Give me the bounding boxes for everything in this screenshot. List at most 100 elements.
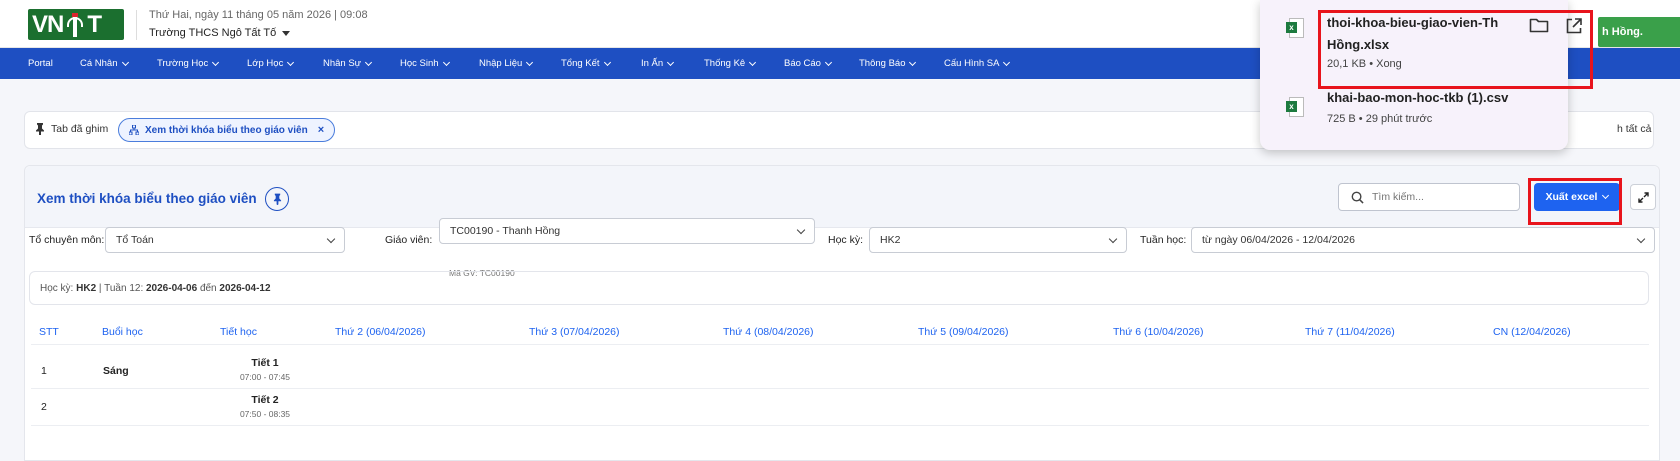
tuan-hoc-select[interactable]: từ ngày 06/04/2026 - 12/04/2026 xyxy=(1191,227,1655,253)
nav-item-thong-bao[interactable]: Thông Báo xyxy=(859,48,917,79)
col-header-thu-6: Thứ 6 (10/04/2026) xyxy=(1113,326,1204,338)
nav-label: Thông Báo xyxy=(859,58,906,69)
nav-label: Tổng Kết xyxy=(561,58,600,69)
nav-label: Lớp Học xyxy=(247,58,284,69)
nav-item-nhan-su[interactable]: Nhân Sự xyxy=(323,48,373,79)
header-divider xyxy=(136,10,137,40)
row-divider xyxy=(31,425,1649,426)
select-value: TC00190 - Thanh Hồng xyxy=(450,225,561,237)
col-header-thu-2: Thứ 2 (06/04/2026) xyxy=(335,326,426,338)
col-header-buoi-hoc: Buổi học xyxy=(102,326,143,338)
nav-label: Nhập Liệu xyxy=(479,58,523,69)
week-info: Học kỳ: HK2 | Tuần 12: 2026-04-06 đến 20… xyxy=(29,271,1649,305)
cell-period: Tiết 2 07:50 - 08:35 xyxy=(235,394,295,419)
nav-item-nhap-lieu[interactable]: Nhập Liệu xyxy=(479,48,534,79)
hoc-ky-select[interactable]: HK2 xyxy=(869,227,1127,253)
school-name: Trường THCS Ngô Tất Tố xyxy=(149,27,277,39)
page-title: Xem thời khóa biểu theo giáo viên xyxy=(37,191,257,206)
user-button[interactable]: h Hồng. xyxy=(1598,17,1680,47)
col-header-stt: STT xyxy=(39,326,59,338)
filename-line-2: Hồng.xlsx xyxy=(1327,37,1390,52)
timetable-card: Xem thời khóa biểu theo giáo viên Xuất e… xyxy=(24,165,1660,461)
select-value: Tổ Toán xyxy=(116,234,154,246)
nav-item-ca-nhan[interactable]: Cá Nhân xyxy=(80,48,129,79)
cell-stt: 1 xyxy=(41,365,47,377)
download-filename: khai-bao-mon-hoc-tkb (1).csv xyxy=(1327,90,1509,105)
school-selector[interactable]: Trường THCS Ngô Tất Tố xyxy=(149,27,291,39)
close-all-link[interactable]: h tất cả xyxy=(1617,123,1651,135)
chevron-down-icon xyxy=(212,58,220,66)
nav-label: Cấu Hình SA xyxy=(944,58,1000,69)
export-excel-button[interactable]: Xuất excel xyxy=(1534,183,1620,211)
nav-item-truong-hoc[interactable]: Trường Học xyxy=(157,48,220,79)
nav-label: Cá Nhân xyxy=(80,58,118,69)
pin-page-button[interactable] xyxy=(265,187,289,211)
select-value: HK2 xyxy=(880,234,901,246)
logo[interactable]: VN T xyxy=(28,9,124,40)
chevron-down-icon xyxy=(287,58,295,66)
nav-label: Nhân Sự xyxy=(323,58,362,69)
pinned-label-text: Tab đã ghim xyxy=(51,123,109,135)
tower-icon xyxy=(64,12,86,37)
giao-vien-label: Giáo viên: xyxy=(385,234,433,246)
chevron-down-icon xyxy=(526,58,534,66)
download-meta: 20,1 KB • Xong xyxy=(1327,58,1402,70)
col-header-thu-3: Thứ 3 (07/04/2026) xyxy=(529,326,620,338)
col-header-tiet-hoc: Tiết học xyxy=(220,326,257,338)
col-header-thu-7: Thứ 7 (11/04/2026) xyxy=(1305,326,1395,338)
nav-label: In Ấn xyxy=(641,58,664,69)
download-item[interactable]: x thoi-khoa-bieu-giao-vien-Th Hồng.xlsx … xyxy=(1260,0,1582,82)
excel-file-icon: x xyxy=(1286,97,1304,117)
chevron-down-icon xyxy=(824,58,833,66)
nav-item-lop-hoc[interactable]: Lớp Học xyxy=(247,48,295,79)
chevron-down-icon xyxy=(909,58,917,66)
fullscreen-button[interactable] xyxy=(1630,184,1656,210)
user-button-label: h Hồng. xyxy=(1602,26,1643,38)
search-input[interactable] xyxy=(1372,191,1502,203)
period-time: 07:00 - 07:45 xyxy=(239,372,291,382)
open-external-icon[interactable] xyxy=(1565,17,1583,35)
chevron-down-icon xyxy=(1108,234,1118,244)
to-chuyen-mon-select[interactable]: Tổ Toán xyxy=(105,227,345,253)
logo-text-left: VN xyxy=(32,10,64,38)
nav-item-portal[interactable]: Portal xyxy=(28,48,53,79)
chevron-down-icon xyxy=(667,58,675,66)
col-header-cn: CN (12/04/2026) xyxy=(1493,326,1571,338)
pinned-chip[interactable]: Xem thời khóa biểu theo giáo viên × xyxy=(118,118,336,142)
search-box[interactable] xyxy=(1338,183,1520,211)
pin-icon xyxy=(273,193,281,205)
info-hk: HK2 xyxy=(76,283,97,294)
search-icon xyxy=(1351,191,1364,204)
chevron-down-icon xyxy=(603,58,611,66)
cell-stt: 2 xyxy=(41,401,47,413)
excel-file-icon: x xyxy=(1286,18,1304,38)
chevron-down-icon xyxy=(1636,234,1646,244)
giao-vien-select[interactable]: TC00190 - Thanh Hồng xyxy=(439,218,815,244)
nav-item-cau-hinh-sa[interactable]: Cấu Hình SA xyxy=(944,48,1011,79)
nav-item-thong-ke[interactable]: Thống Kê xyxy=(704,48,757,79)
nav-item-hoc-sinh[interactable]: Học Sinh xyxy=(400,48,450,79)
nav-item-in-an[interactable]: In Ấn xyxy=(641,48,675,79)
filename-line-1: thoi-khoa-bieu-giao-vien-Th xyxy=(1327,15,1499,30)
row-divider xyxy=(31,344,1649,345)
col-header-thu-4: Thứ 4 (08/04/2026) xyxy=(723,326,814,338)
downloads-panel: x thoi-khoa-bieu-giao-vien-Th Hồng.xlsx … xyxy=(1260,0,1582,150)
close-icon[interactable]: × xyxy=(318,124,324,136)
chevron-down-icon xyxy=(796,225,806,235)
chevron-down-icon xyxy=(442,58,450,66)
cell-period: Tiết 1 07:00 - 07:45 xyxy=(235,357,295,382)
chevron-down-icon xyxy=(1602,191,1610,200)
nav-item-tong-ket[interactable]: Tổng Kết xyxy=(561,48,611,79)
folder-icon[interactable] xyxy=(1529,17,1549,33)
pinned-tabs-label: Tab đã ghim xyxy=(35,123,108,135)
chevron-down-icon xyxy=(749,58,757,66)
nav-item-bao-cao[interactable]: Báo Cáo xyxy=(784,48,833,79)
download-item[interactable]: x khai-bao-mon-hoc-tkb (1).csv 725 B • 2… xyxy=(1260,82,1568,146)
nav-label: Trường Học xyxy=(157,58,209,69)
to-chuyen-mon-label: Tổ chuyên môn: xyxy=(29,234,105,246)
chevron-down-icon xyxy=(365,58,373,66)
period-name: Tiết 1 xyxy=(251,357,279,369)
row-divider xyxy=(31,388,1649,389)
export-label: Xuất excel xyxy=(1545,191,1598,203)
info-end-date: 2026-04-12 xyxy=(219,283,271,294)
